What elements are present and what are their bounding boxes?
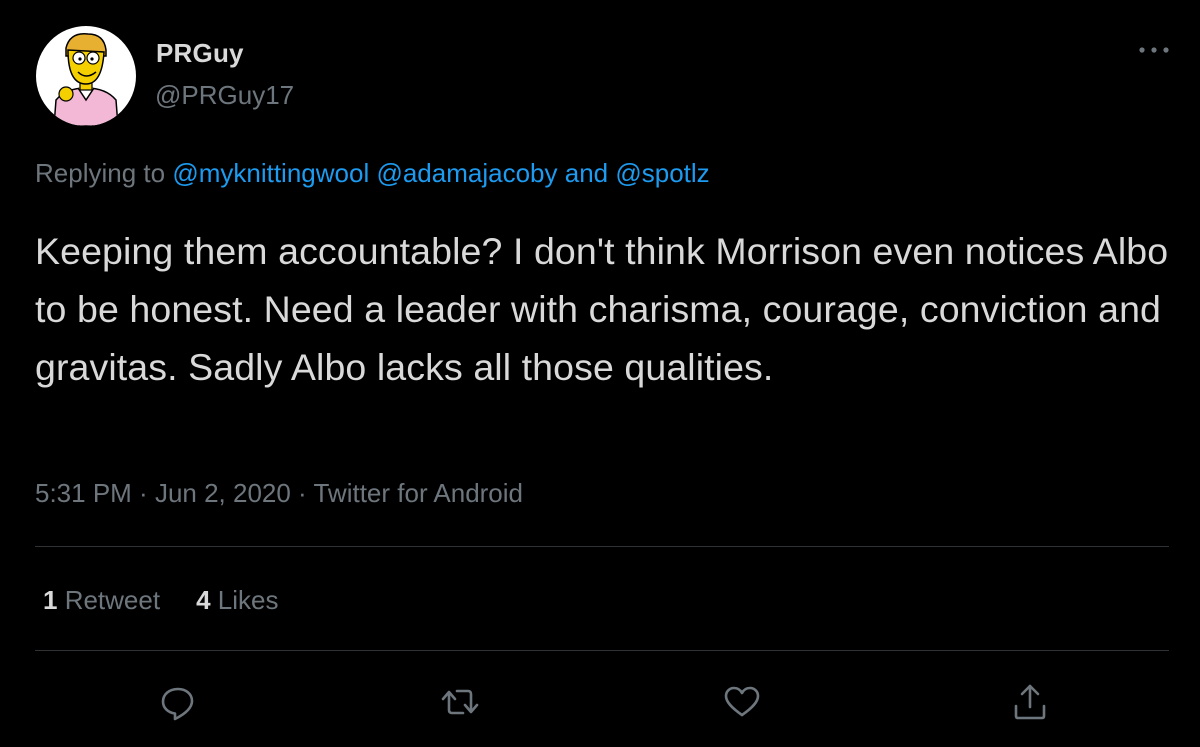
cartoon-avatar-icon xyxy=(36,26,136,126)
mention-link[interactable]: @spotlz xyxy=(615,158,709,188)
like-button[interactable] xyxy=(720,680,764,724)
reply-icon xyxy=(161,687,194,721)
tweet-time[interactable]: 5:31 PM xyxy=(35,478,132,508)
tweet-date[interactable]: Jun 2, 2020 xyxy=(155,478,291,508)
reply-button[interactable] xyxy=(156,680,200,724)
likes-label: Likes xyxy=(210,585,279,615)
tweet-card: PRGuy @PRGuy17 Replying to @myknittingwo… xyxy=(0,0,1200,747)
display-name[interactable]: PRGuy xyxy=(156,38,244,69)
avatar[interactable] xyxy=(36,26,136,126)
tweet-source: Twitter for Android xyxy=(313,478,524,508)
meta-separator: · xyxy=(290,478,314,508)
share-button[interactable] xyxy=(1008,680,1052,724)
share-icon xyxy=(1014,684,1046,720)
mention-link[interactable]: @myknittingwool xyxy=(172,158,369,188)
tweet-text: Keeping them accountable? I don't think … xyxy=(35,230,1169,388)
retweet-label: Retweet xyxy=(57,585,161,615)
heart-icon xyxy=(724,686,760,717)
reply-connector[interactable]: and xyxy=(558,158,616,188)
likes-count: 4 xyxy=(196,585,211,615)
mention-link[interactable]: @adamajacoby xyxy=(376,158,557,188)
retweet-count: 1 xyxy=(43,585,58,615)
retweet-stat[interactable]: 1 Retweet xyxy=(43,585,160,615)
tweet-stats: 1 Retweet 4 Likes xyxy=(43,585,314,616)
replying-to-label: Replying to xyxy=(35,158,173,188)
retweet-icon xyxy=(441,689,479,715)
replying-to: Replying to @myknittingwool @adamajacoby… xyxy=(35,158,710,189)
likes-stat[interactable]: 4 Likes xyxy=(196,585,278,615)
divider xyxy=(35,546,1169,547)
more-dots-icon[interactable] xyxy=(1136,38,1172,62)
retweet-button[interactable] xyxy=(438,680,482,724)
meta-separator: · xyxy=(131,478,155,508)
divider xyxy=(35,650,1169,651)
user-handle[interactable]: @PRGuy17 xyxy=(155,80,294,111)
tweet-meta: 5:31 PM · Jun 2, 2020 · Twitter for Andr… xyxy=(35,478,523,509)
